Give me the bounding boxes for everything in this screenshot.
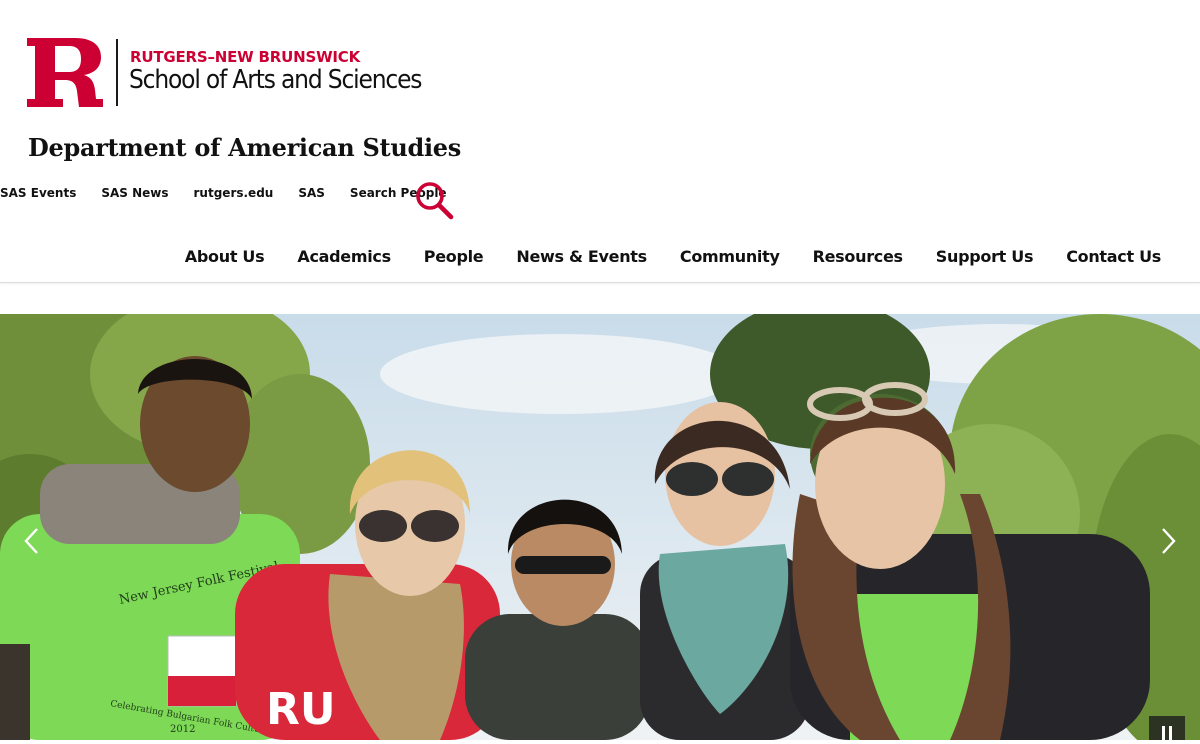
nav-about-us[interactable]: About Us <box>185 247 265 266</box>
chevron-left-icon <box>24 528 38 554</box>
slideshow-prev-button[interactable] <box>20 525 44 557</box>
utility-link-rutgers-edu[interactable]: rutgers.edu <box>194 186 274 200</box>
utility-link-sas[interactable]: SAS <box>298 186 325 200</box>
nav-support-us[interactable]: Support Us <box>936 247 1034 266</box>
hero-slideshow: New Jersey Folk Festival Celebrating Bul… <box>0 314 1200 740</box>
logo-divider <box>116 39 118 106</box>
search-button[interactable] <box>413 180 455 220</box>
shirt-text-year: 2012 <box>170 724 195 735</box>
hero-photo-students: New Jersey Folk Festival Celebrating Bul… <box>0 314 1200 740</box>
nav-resources[interactable]: Resources <box>813 247 903 266</box>
pause-icon <box>1162 726 1172 740</box>
search-icon <box>416 182 454 220</box>
department-title[interactable]: Department of American Studies <box>28 133 461 162</box>
nav-contact-us[interactable]: Contact Us <box>1066 247 1161 266</box>
main-nav: About Us Academics People News & Events … <box>152 247 1162 266</box>
site-header: RUTGERS–NEW BRUNSWICK School of Arts and… <box>0 0 1200 283</box>
logo-university-name: RUTGERS–NEW BRUNSWICK <box>130 48 361 66</box>
nav-news-events[interactable]: News & Events <box>516 247 647 266</box>
logo-school-name: School of Arts and Sciences <box>129 65 423 95</box>
utility-nav: SAS Events SAS News rutgers.edu SAS Sear… <box>0 186 472 200</box>
slideshow-pause-button[interactable] <box>1149 716 1185 740</box>
utility-link-sas-events[interactable]: SAS Events <box>0 186 76 200</box>
utility-link-sas-news[interactable]: SAS News <box>101 186 168 200</box>
nav-community[interactable]: Community <box>680 247 780 266</box>
chevron-right-icon <box>1162 528 1176 554</box>
rutgers-r-logo[interactable] <box>27 38 104 107</box>
hoodie-text: RU <box>266 684 336 735</box>
slideshow-next-button[interactable] <box>1156 525 1180 557</box>
nav-academics[interactable]: Academics <box>297 247 391 266</box>
nav-people[interactable]: People <box>424 247 484 266</box>
